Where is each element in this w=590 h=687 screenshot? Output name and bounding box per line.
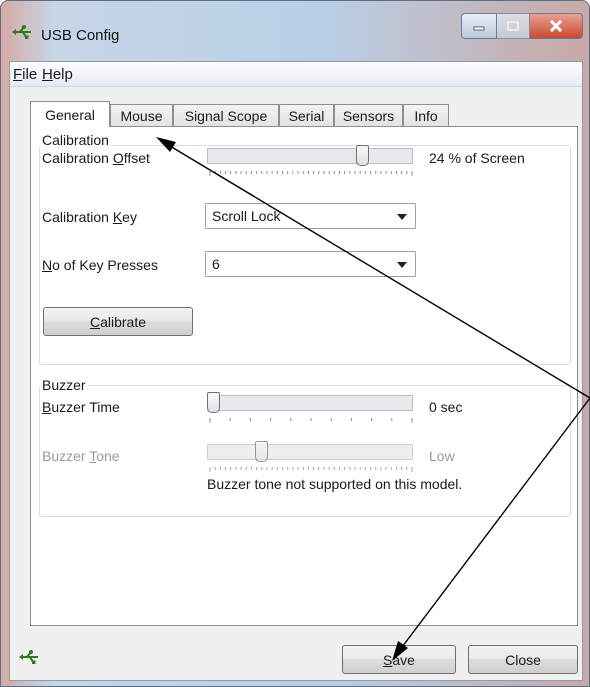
calibration-offset-slider-track[interactable] [207, 148, 413, 164]
tab-general[interactable]: General [30, 101, 110, 127]
key-presses-value: 6 [212, 256, 220, 272]
maximize-button[interactable] [497, 13, 530, 39]
calibration-key-value: Scroll Lock [212, 208, 281, 224]
buzzer-tone-label: Buzzer Tone [42, 448, 120, 464]
buzzer-tone-note: Buzzer tone not supported on this model. [207, 476, 463, 492]
calibrate-button-label: alibrate [100, 313, 147, 330]
calibration-group-title: Calibration [40, 132, 111, 148]
menu-help-mnemonic: H [42, 66, 53, 83]
calibration-offset-value: 24 % of Screen [429, 150, 525, 166]
calibration-offset-label-pre: Calibration [42, 150, 113, 166]
menu-help[interactable]: Help [42, 66, 73, 83]
buzzer-time-label: Buzzer Time [42, 399, 120, 415]
calibration-offset-mnemonic: O [112, 150, 124, 166]
buzzer-time-slider-thumb[interactable] [207, 392, 220, 413]
calibration-offset-slider-thumb[interactable] [356, 145, 369, 166]
buzzer-time-ticks [209, 418, 413, 423]
usb-icon [19, 650, 38, 664]
usb-icon [12, 25, 31, 39]
tab-info[interactable]: Info [403, 104, 449, 126]
buzzer-time-slider-track[interactable] [207, 395, 413, 411]
chevron-down-icon [397, 262, 407, 268]
buzzer-tone-slider-track [207, 444, 413, 460]
calibration-key-label-post: ey [122, 209, 137, 225]
buzzer-tone-slider-thumb [255, 441, 268, 462]
buzzer-time-value: 0 sec [429, 399, 463, 415]
tab-signal-scope[interactable]: Signal Scope [173, 104, 279, 126]
buzzer-group-title: Buzzer [40, 377, 88, 393]
buzzer-time-mnemonic: B [42, 399, 52, 415]
close-button[interactable]: Close [468, 645, 578, 674]
key-presses-label: No of Key Presses [42, 257, 158, 273]
menu-file[interactable]: File [13, 66, 37, 83]
tab-mouse[interactable]: Mouse [110, 104, 173, 126]
menu-help-label: elp [52, 66, 73, 83]
menu-file-mnemonic: F [13, 66, 23, 83]
menu-bar: File Help [10, 62, 582, 87]
calibrate-button-mnemonic: C [89, 313, 101, 330]
minimize-icon [473, 26, 485, 31]
buzzer-time-label-post: uzzer Time [51, 399, 120, 415]
calibration-key-mnemonic: K [112, 209, 123, 225]
key-presses-label-post: o of Key Presses [52, 257, 158, 273]
save-button[interactable]: Save [342, 645, 456, 674]
save-button-label: ave [392, 651, 415, 668]
title-bar[interactable]: USB Config [1, 1, 589, 53]
minimize-button[interactable] [461, 13, 497, 39]
calibration-key-label-pre: Calibration [42, 209, 113, 225]
buzzer-tone-value: Low [429, 448, 455, 464]
close-icon [549, 20, 563, 32]
calibration-key-label: Calibration Key [42, 209, 137, 225]
general-tab-panel: Calibration Calibration Offset 24 % of S… [30, 126, 578, 626]
calibration-key-select[interactable]: Scroll Lock [205, 203, 416, 229]
buzzer-tone-ticks [209, 467, 413, 472]
buzzer-tone-label-post: one [96, 448, 120, 464]
window-controls [461, 13, 583, 39]
window-title: USB Config [41, 27, 120, 44]
key-presses-select[interactable]: 6 [205, 251, 416, 277]
tab-serial[interactable]: Serial [279, 104, 334, 126]
menu-file-label: ile [22, 66, 38, 83]
buzzer-tone-label-pre: Buzzer [42, 448, 90, 464]
key-presses-mnemonic: N [42, 257, 53, 273]
calibration-offset-label-post: ffset [123, 150, 150, 166]
chevron-down-icon [397, 214, 407, 220]
save-button-mnemonic: S [383, 651, 393, 668]
maximize-icon [507, 21, 519, 31]
calibrate-button[interactable]: Calibrate [43, 307, 193, 336]
calibration-offset-ticks [209, 171, 413, 176]
calibration-offset-label: Calibration Offset [42, 150, 150, 166]
tab-sensors[interactable]: Sensors [334, 104, 403, 126]
client-area: File Help General Mouse Signal Scope Ser… [9, 61, 583, 681]
close-window-button[interactable] [530, 13, 583, 39]
app-window: USB Config File Help General Mouse Signa… [0, 0, 590, 687]
